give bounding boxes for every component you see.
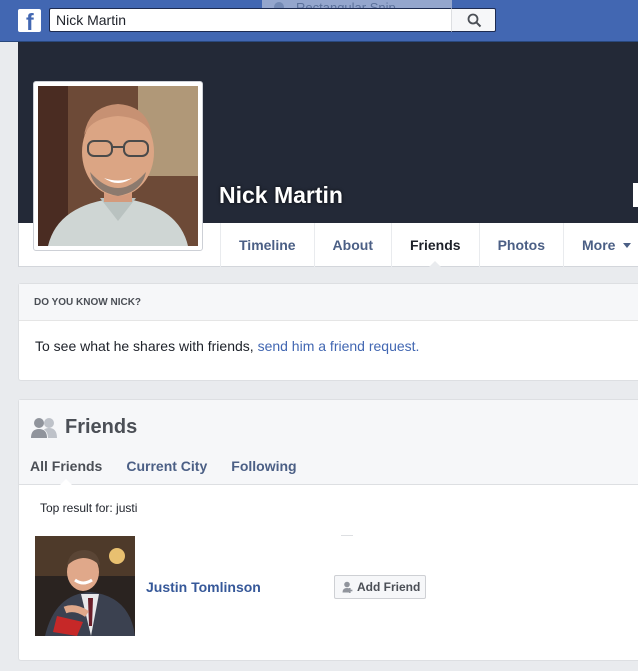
tab-about[interactable]: About bbox=[313, 223, 391, 267]
know-card-body: To see what he shares with friends, send… bbox=[19, 321, 638, 354]
logo-letter: f bbox=[26, 9, 34, 35]
friends-title: Friends bbox=[65, 416, 138, 438]
tab-timeline[interactable]: Timeline bbox=[220, 223, 314, 267]
profile-name[interactable]: Nick Martin bbox=[219, 182, 343, 209]
top-bar: f Rectangular Snip bbox=[0, 0, 638, 42]
add-friend-button[interactable]: Add Friend bbox=[334, 575, 426, 599]
tab-more[interactable]: More bbox=[563, 223, 638, 267]
chevron-down-icon bbox=[623, 242, 632, 248]
search-icon bbox=[467, 13, 482, 28]
friends-icon bbox=[31, 418, 57, 438]
friends-header: Friends All Friends Current City Followi… bbox=[19, 400, 638, 486]
friend-name-link[interactable]: Justin Tomlinson bbox=[146, 579, 261, 595]
friend-request-link[interactable]: send him a friend request. bbox=[258, 338, 420, 354]
profile-tabs: Timeline About Friends Photos More bbox=[220, 223, 638, 268]
know-card: DO YOU KNOW NICK? To see what he shares … bbox=[18, 283, 638, 381]
divider bbox=[341, 535, 353, 536]
subtab-all-friends[interactable]: All Friends bbox=[30, 458, 102, 486]
tab-photos[interactable]: Photos bbox=[478, 223, 563, 267]
know-card-text: To see what he shares with friends, bbox=[35, 338, 258, 354]
friends-subtabs: All Friends Current City Following bbox=[30, 458, 321, 486]
add-friend-label: Add Friend bbox=[357, 580, 421, 594]
search-box[interactable] bbox=[49, 8, 451, 32]
tab-friends[interactable]: Friends bbox=[390, 223, 479, 268]
search-button[interactable] bbox=[451, 8, 496, 32]
friend-photo bbox=[35, 536, 135, 636]
tab-more-label: More bbox=[582, 237, 616, 253]
subtab-current-city[interactable]: Current City bbox=[126, 458, 207, 485]
add-friend-icon bbox=[342, 581, 353, 593]
cover-edge bbox=[633, 183, 638, 207]
facebook-logo-icon[interactable]: f bbox=[18, 9, 41, 35]
subtab-following[interactable]: Following bbox=[231, 458, 296, 485]
know-card-heading: DO YOU KNOW NICK? bbox=[19, 284, 638, 321]
profile-picture[interactable] bbox=[33, 81, 203, 251]
friend-avatar[interactable] bbox=[35, 536, 135, 636]
search-input[interactable] bbox=[50, 9, 440, 31]
top-result-label: Top result for: justi bbox=[40, 501, 138, 515]
profile-photo bbox=[38, 86, 198, 246]
friends-card: Friends All Friends Current City Followi… bbox=[18, 399, 638, 661]
